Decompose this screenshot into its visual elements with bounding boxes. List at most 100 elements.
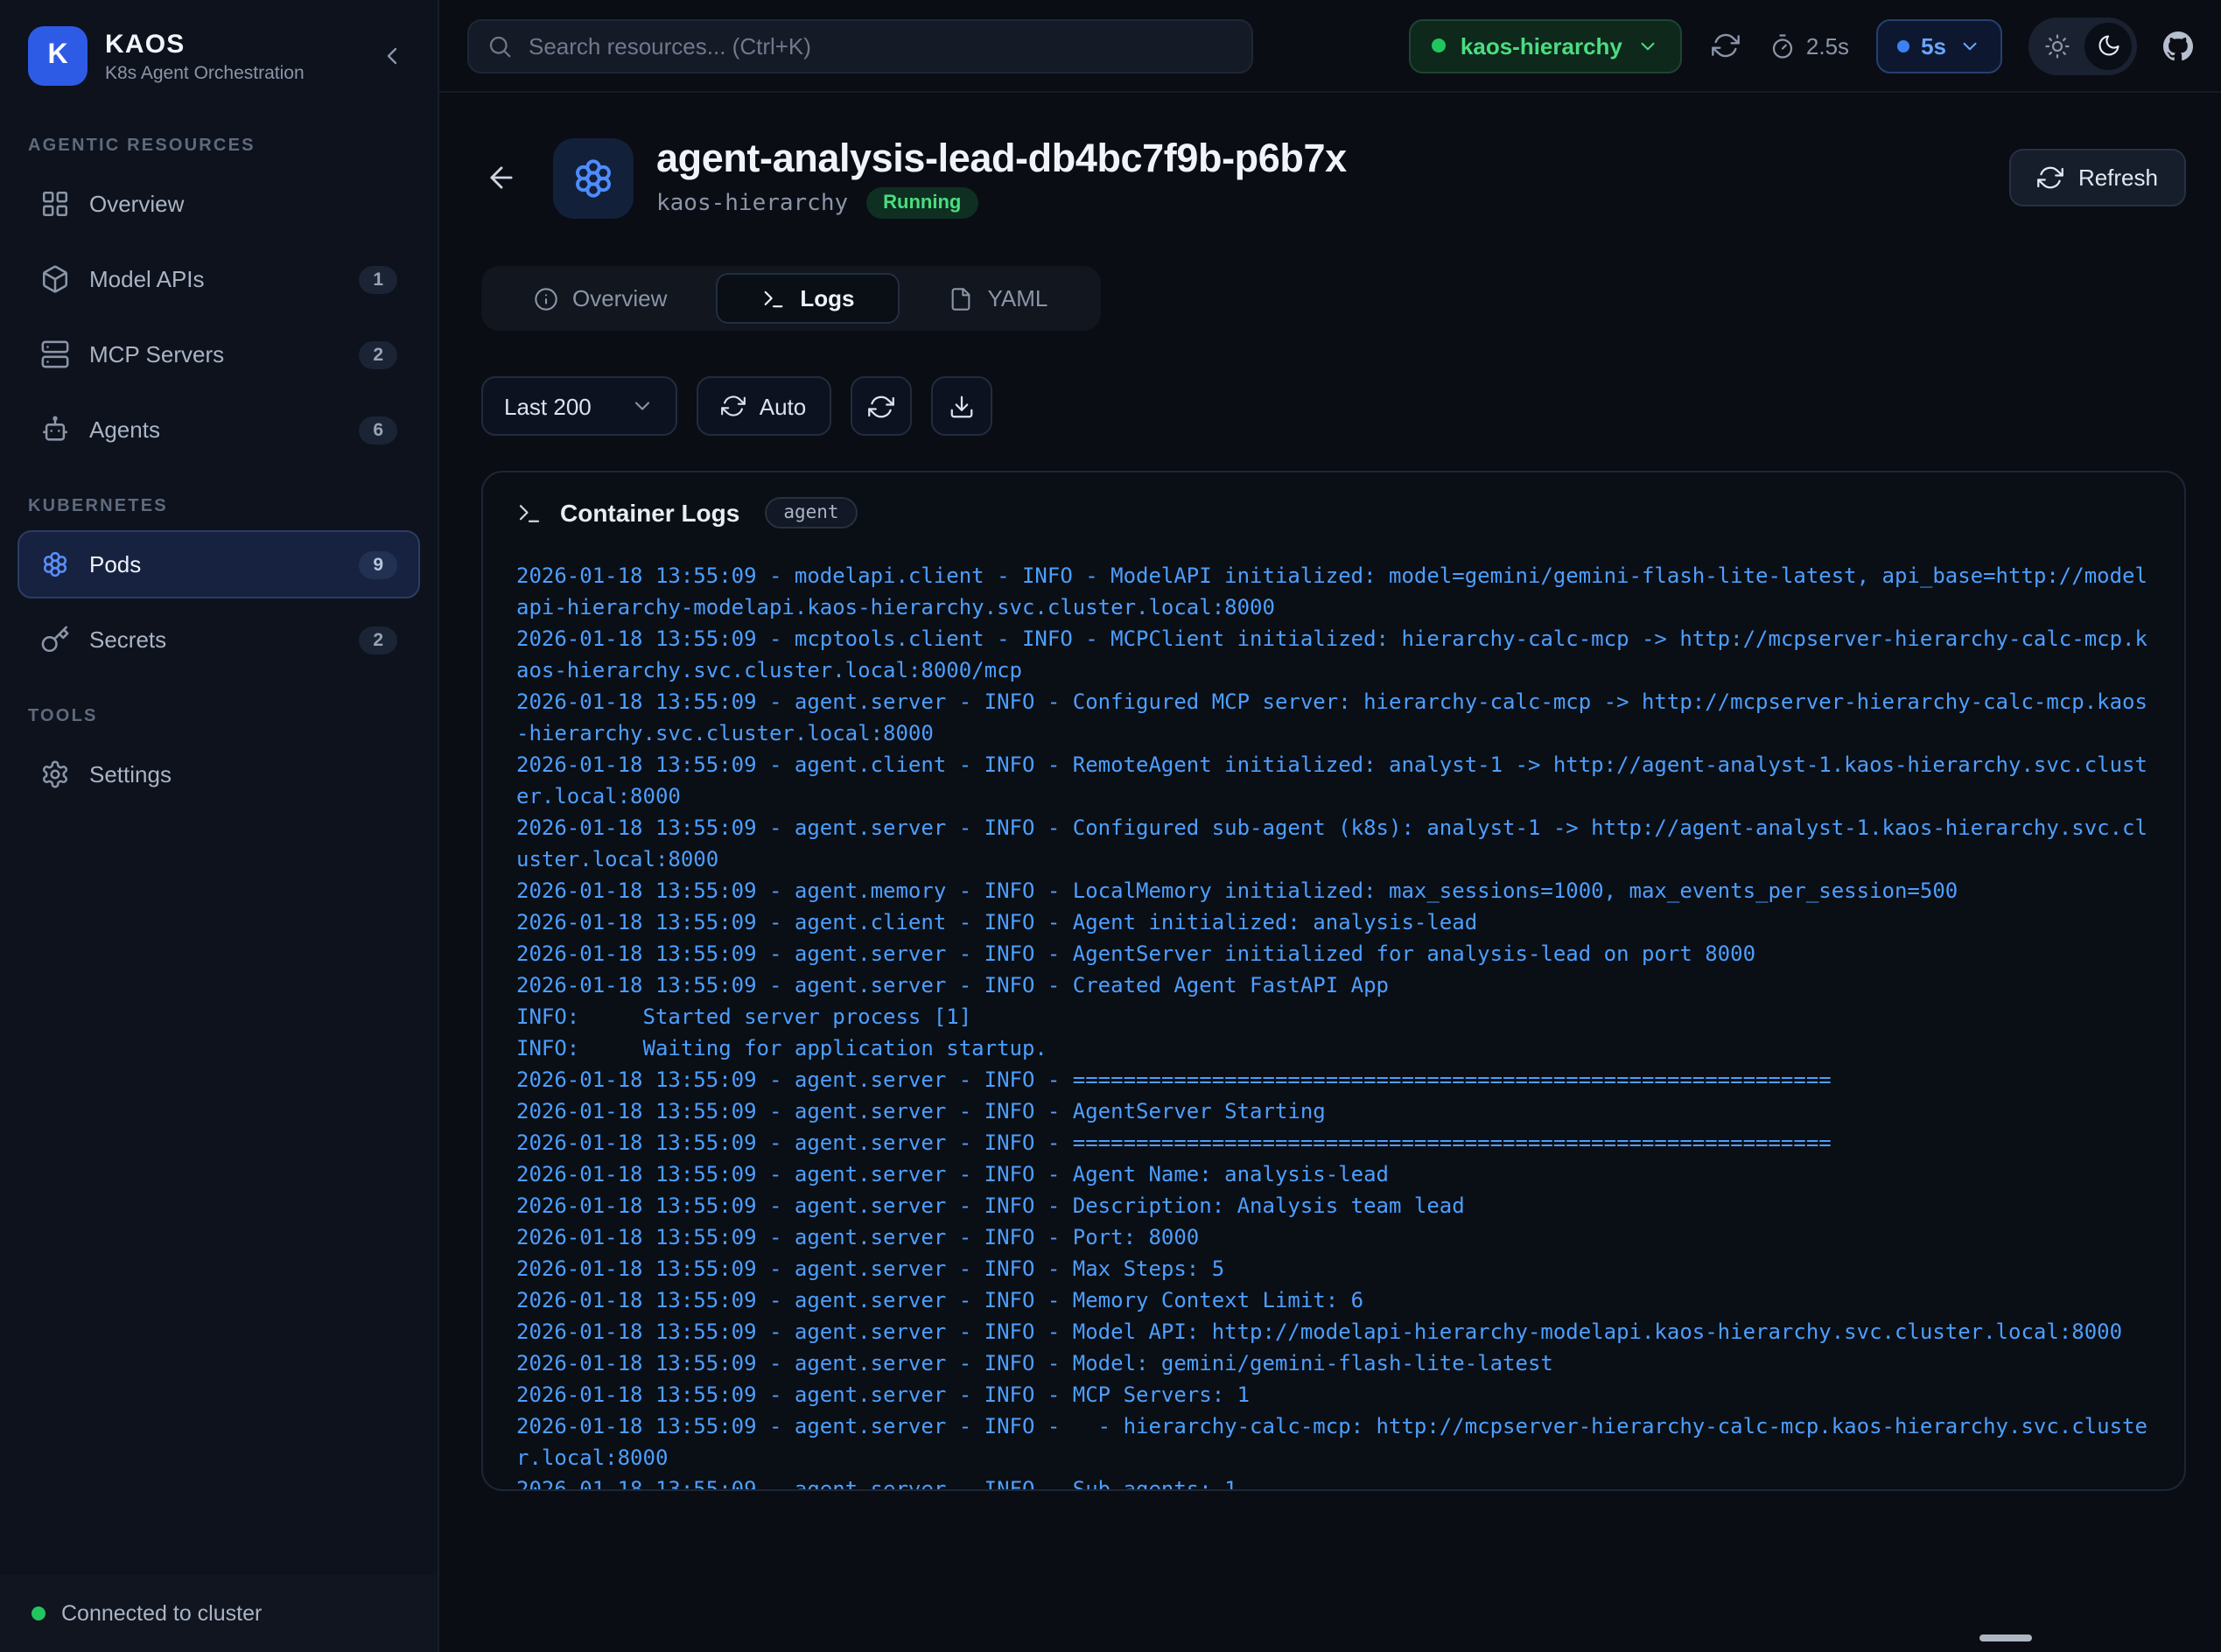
refresh-button[interactable]: Refresh bbox=[2010, 149, 2186, 206]
cluster-status: Connected to cluster bbox=[0, 1575, 438, 1652]
key-icon bbox=[40, 625, 70, 654]
bot-icon bbox=[40, 415, 70, 444]
scrollbar[interactable] bbox=[1979, 1634, 2032, 1642]
arrow-left-icon bbox=[484, 161, 517, 194]
chevron-down-icon bbox=[1958, 34, 1981, 57]
pod-namespace: kaos-hierarchy bbox=[656, 190, 848, 216]
light-theme-button[interactable] bbox=[2034, 22, 2081, 69]
refresh-logs-button[interactable] bbox=[850, 376, 911, 436]
status-dot bbox=[32, 1606, 46, 1620]
tab-bar: Overview Logs YAML bbox=[481, 266, 1100, 331]
pods-icon bbox=[40, 550, 70, 579]
container-badge: agent bbox=[764, 497, 858, 528]
page-header: agent-analysis-lead-db4bc7f9b-p6b7x kaos… bbox=[481, 136, 2186, 219]
count-badge: 1 bbox=[359, 265, 397, 293]
sidebar-header: K KAOS K8s Agent Orchestration bbox=[0, 0, 438, 107]
sidebar-item-pods[interactable]: Pods 9 bbox=[18, 530, 420, 598]
cluster-status-label: Connected to cluster bbox=[61, 1601, 262, 1626]
sidebar-item-label: Overview bbox=[89, 191, 184, 217]
app-logo: K bbox=[28, 26, 88, 86]
tab-overview[interactable]: Overview bbox=[488, 273, 712, 324]
theme-toggle[interactable] bbox=[2028, 17, 2137, 74]
section-label-tools: TOOLS bbox=[28, 707, 410, 726]
github-icon[interactable] bbox=[2163, 31, 2193, 60]
app-name: KAOS bbox=[105, 29, 305, 59]
app-title-block: KAOS K8s Agent Orchestration bbox=[105, 29, 305, 83]
sidebar: K KAOS K8s Agent Orchestration AGENTIC R… bbox=[0, 0, 439, 1652]
gear-icon bbox=[40, 760, 70, 789]
log-panel-title: Container Logs bbox=[560, 499, 739, 527]
sidebar-item-secrets[interactable]: Secrets 2 bbox=[18, 606, 420, 674]
namespace-selector-label: kaos-hierarchy bbox=[1461, 32, 1622, 59]
refresh-icon bbox=[721, 394, 746, 418]
sidebar-item-model-apis[interactable]: Model APIs 1 bbox=[18, 245, 420, 313]
tab-yaml[interactable]: YAML bbox=[904, 273, 1094, 324]
tab-label: Overview bbox=[572, 285, 667, 312]
sun-icon bbox=[2044, 32, 2070, 59]
page-subtitle: kaos-hierarchy Running bbox=[656, 187, 1347, 219]
page-content: agent-analysis-lead-db4bc7f9b-p6b7x kaos… bbox=[439, 93, 2221, 1652]
global-refresh-button[interactable] bbox=[1708, 28, 1743, 63]
terminal-icon bbox=[516, 500, 543, 526]
app-subtitle: K8s Agent Orchestration bbox=[105, 62, 305, 83]
server-icon bbox=[40, 340, 70, 369]
sidebar-item-overview[interactable]: Overview bbox=[18, 170, 420, 238]
count-badge: 9 bbox=[359, 550, 397, 578]
cube-icon bbox=[40, 264, 70, 294]
chevron-left-icon bbox=[378, 42, 406, 70]
back-button[interactable] bbox=[471, 148, 530, 207]
log-controls: Last 200 Auto bbox=[481, 376, 2186, 436]
sidebar-item-label: Agents bbox=[89, 416, 160, 443]
download-logs-button[interactable] bbox=[930, 376, 991, 436]
log-panel-header: Container Logs agent bbox=[483, 472, 2184, 546]
tab-logs[interactable]: Logs bbox=[716, 273, 900, 324]
count-badge: 2 bbox=[359, 340, 397, 368]
download-icon bbox=[948, 393, 974, 419]
count-badge: 2 bbox=[359, 626, 397, 654]
refresh-interval-selector[interactable]: 5s bbox=[1875, 18, 2002, 73]
log-lines-select[interactable]: Last 200 bbox=[481, 376, 677, 436]
pod-icon bbox=[553, 137, 634, 218]
page-title-block: agent-analysis-lead-db4bc7f9b-p6b7x kaos… bbox=[656, 136, 1347, 219]
namespace-status-dot bbox=[1433, 38, 1447, 52]
auto-refresh-button[interactable]: Auto bbox=[697, 376, 831, 436]
main-area: kaos-hierarchy 2.5s 5s bbox=[439, 0, 2221, 1652]
auto-refresh-label: Auto bbox=[760, 393, 807, 419]
sidebar-item-label: Settings bbox=[89, 761, 172, 788]
refresh-interval-value: 5s bbox=[1921, 32, 1946, 59]
log-panel: Container Logs agent 2026-01-18 13:55:09… bbox=[481, 471, 2186, 1491]
sidebar-item-mcp-servers[interactable]: MCP Servers 2 bbox=[18, 320, 420, 388]
refresh-icon bbox=[1712, 32, 1740, 60]
section-label-kubernetes: KUBERNETES bbox=[28, 497, 410, 516]
info-icon bbox=[534, 286, 558, 311]
sidebar-item-label: Model APIs bbox=[89, 266, 205, 292]
refresh-duration: 2.5s bbox=[1769, 32, 1849, 59]
topbar-actions: kaos-hierarchy 2.5s 5s bbox=[1410, 17, 2193, 74]
sidebar-item-agents[interactable]: Agents 6 bbox=[18, 396, 420, 464]
sidebar-collapse-button[interactable] bbox=[371, 35, 413, 77]
refresh-icon bbox=[867, 393, 893, 419]
search-box[interactable] bbox=[467, 18, 1253, 73]
refresh-icon bbox=[2038, 164, 2064, 191]
chevron-down-icon bbox=[630, 394, 655, 418]
search-input[interactable] bbox=[467, 18, 1253, 73]
tab-label: YAML bbox=[988, 285, 1048, 312]
namespace-selector[interactable]: kaos-hierarchy bbox=[1410, 18, 1682, 73]
file-icon bbox=[949, 286, 974, 311]
page-title: agent-analysis-lead-db4bc7f9b-p6b7x bbox=[656, 136, 1347, 182]
log-output[interactable]: 2026-01-18 13:55:09 - modelapi.client - … bbox=[483, 546, 2184, 1489]
log-lines-select-value: Last 200 bbox=[504, 393, 592, 419]
search-icon bbox=[487, 32, 513, 59]
moon-icon bbox=[2096, 33, 2120, 58]
dark-theme-button[interactable] bbox=[2084, 22, 2132, 69]
sidebar-item-label: MCP Servers bbox=[89, 341, 224, 368]
terminal-icon bbox=[761, 286, 786, 311]
grid-icon bbox=[40, 189, 70, 219]
topbar: kaos-hierarchy 2.5s 5s bbox=[439, 0, 2221, 93]
sidebar-item-settings[interactable]: Settings bbox=[18, 740, 420, 808]
section-label-agentic-resources: AGENTIC RESOURCES bbox=[28, 136, 410, 156]
tab-label: Logs bbox=[800, 285, 854, 312]
sidebar-item-label: Pods bbox=[89, 551, 141, 578]
status-badge: Running bbox=[865, 187, 978, 219]
sidebar-item-label: Secrets bbox=[89, 626, 166, 653]
